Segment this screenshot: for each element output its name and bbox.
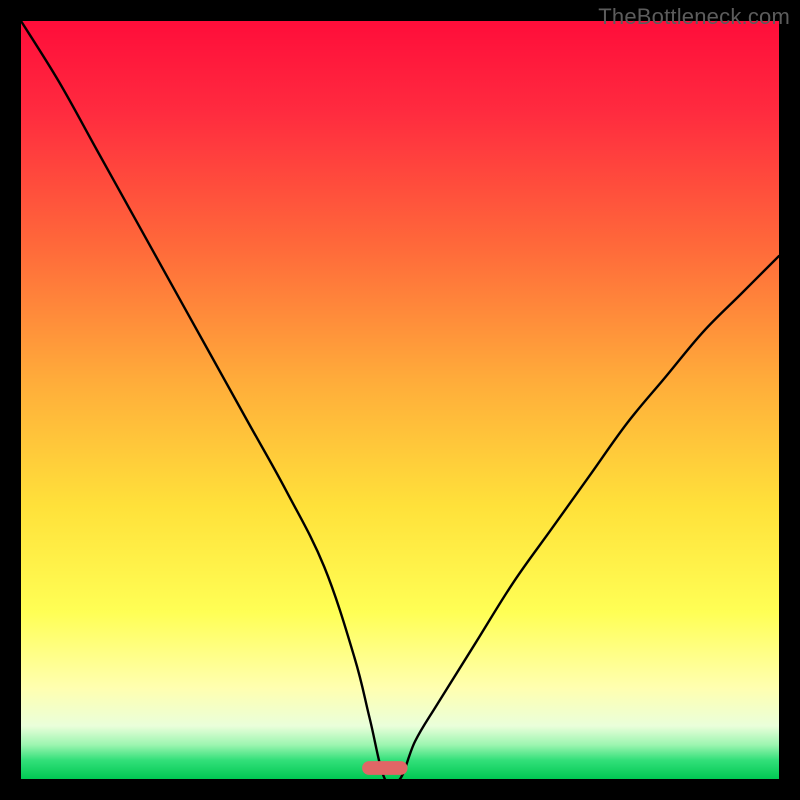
minimum-marker	[362, 761, 407, 775]
watermark-text: TheBottleneck.com	[598, 4, 790, 30]
plot-area	[21, 21, 779, 779]
chart-svg	[21, 21, 779, 779]
chart-frame: TheBottleneck.com	[0, 0, 800, 800]
